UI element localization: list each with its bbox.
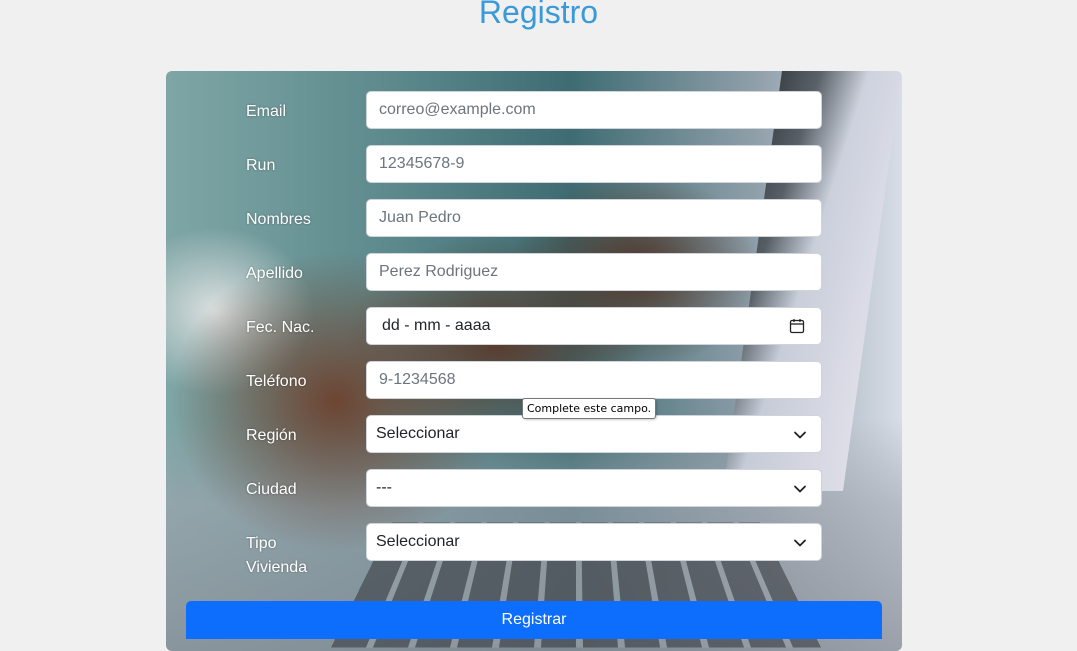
tipo-vivienda-select[interactable]: Seleccionar	[366, 523, 822, 561]
region-row: Región Seleccionar	[246, 415, 822, 453]
page-title: Registro	[478, 0, 599, 30]
calendar-icon[interactable]	[789, 318, 805, 334]
vivienda-label: Tipo Vivienda	[246, 532, 356, 580]
date-placeholder: dd - mm - aaaa	[382, 317, 491, 334]
apellido-input[interactable]	[366, 253, 822, 291]
email-input[interactable]	[366, 91, 822, 129]
apellido-label: Apellido	[246, 265, 303, 282]
telefono-label: Teléfono	[246, 373, 307, 390]
run-row: Run	[246, 145, 822, 183]
region-selected-value: Seleccionar	[376, 425, 460, 442]
vivienda-selected-value: Seleccionar	[376, 533, 460, 550]
apellido-row: Apellido	[246, 253, 822, 291]
run-input[interactable]	[366, 145, 822, 183]
ciudad-label: Ciudad	[246, 481, 297, 498]
fecha-nacimiento-input[interactable]: dd - mm - aaaa	[366, 307, 822, 345]
telefono-row: Teléfono	[246, 361, 822, 399]
form-card: Email Run Nombres Apellido Fec. Nac. dd …	[166, 71, 902, 651]
chevron-down-icon	[794, 539, 806, 547]
region-select[interactable]: Seleccionar	[366, 415, 822, 453]
email-row: Email	[246, 91, 822, 129]
ciudad-select[interactable]: ---	[366, 469, 822, 507]
chevron-down-icon	[794, 485, 806, 493]
vivienda-row: Tipo Vivienda Seleccionar	[246, 523, 822, 576]
nombres-label: Nombres	[246, 211, 311, 228]
email-label: Email	[246, 103, 287, 120]
fecha-row: Fec. Nac. dd - mm - aaaa	[246, 307, 822, 345]
region-label: Región	[246, 427, 297, 444]
vivienda-label-line1: Tipo	[246, 535, 277, 552]
chevron-down-icon	[794, 431, 806, 439]
validation-tooltip: Complete este campo.	[522, 398, 657, 419]
registrar-button[interactable]: Registrar	[186, 601, 882, 639]
nombres-row: Nombres	[246, 199, 822, 237]
telefono-input[interactable]	[366, 361, 822, 399]
run-label: Run	[246, 157, 276, 174]
nombres-input[interactable]	[366, 199, 822, 237]
ciudad-row: Ciudad ---	[246, 469, 822, 507]
ciudad-selected-value: ---	[376, 479, 392, 496]
fecha-label: Fec. Nac.	[246, 319, 315, 336]
vivienda-label-line2: Vivienda	[246, 559, 308, 576]
